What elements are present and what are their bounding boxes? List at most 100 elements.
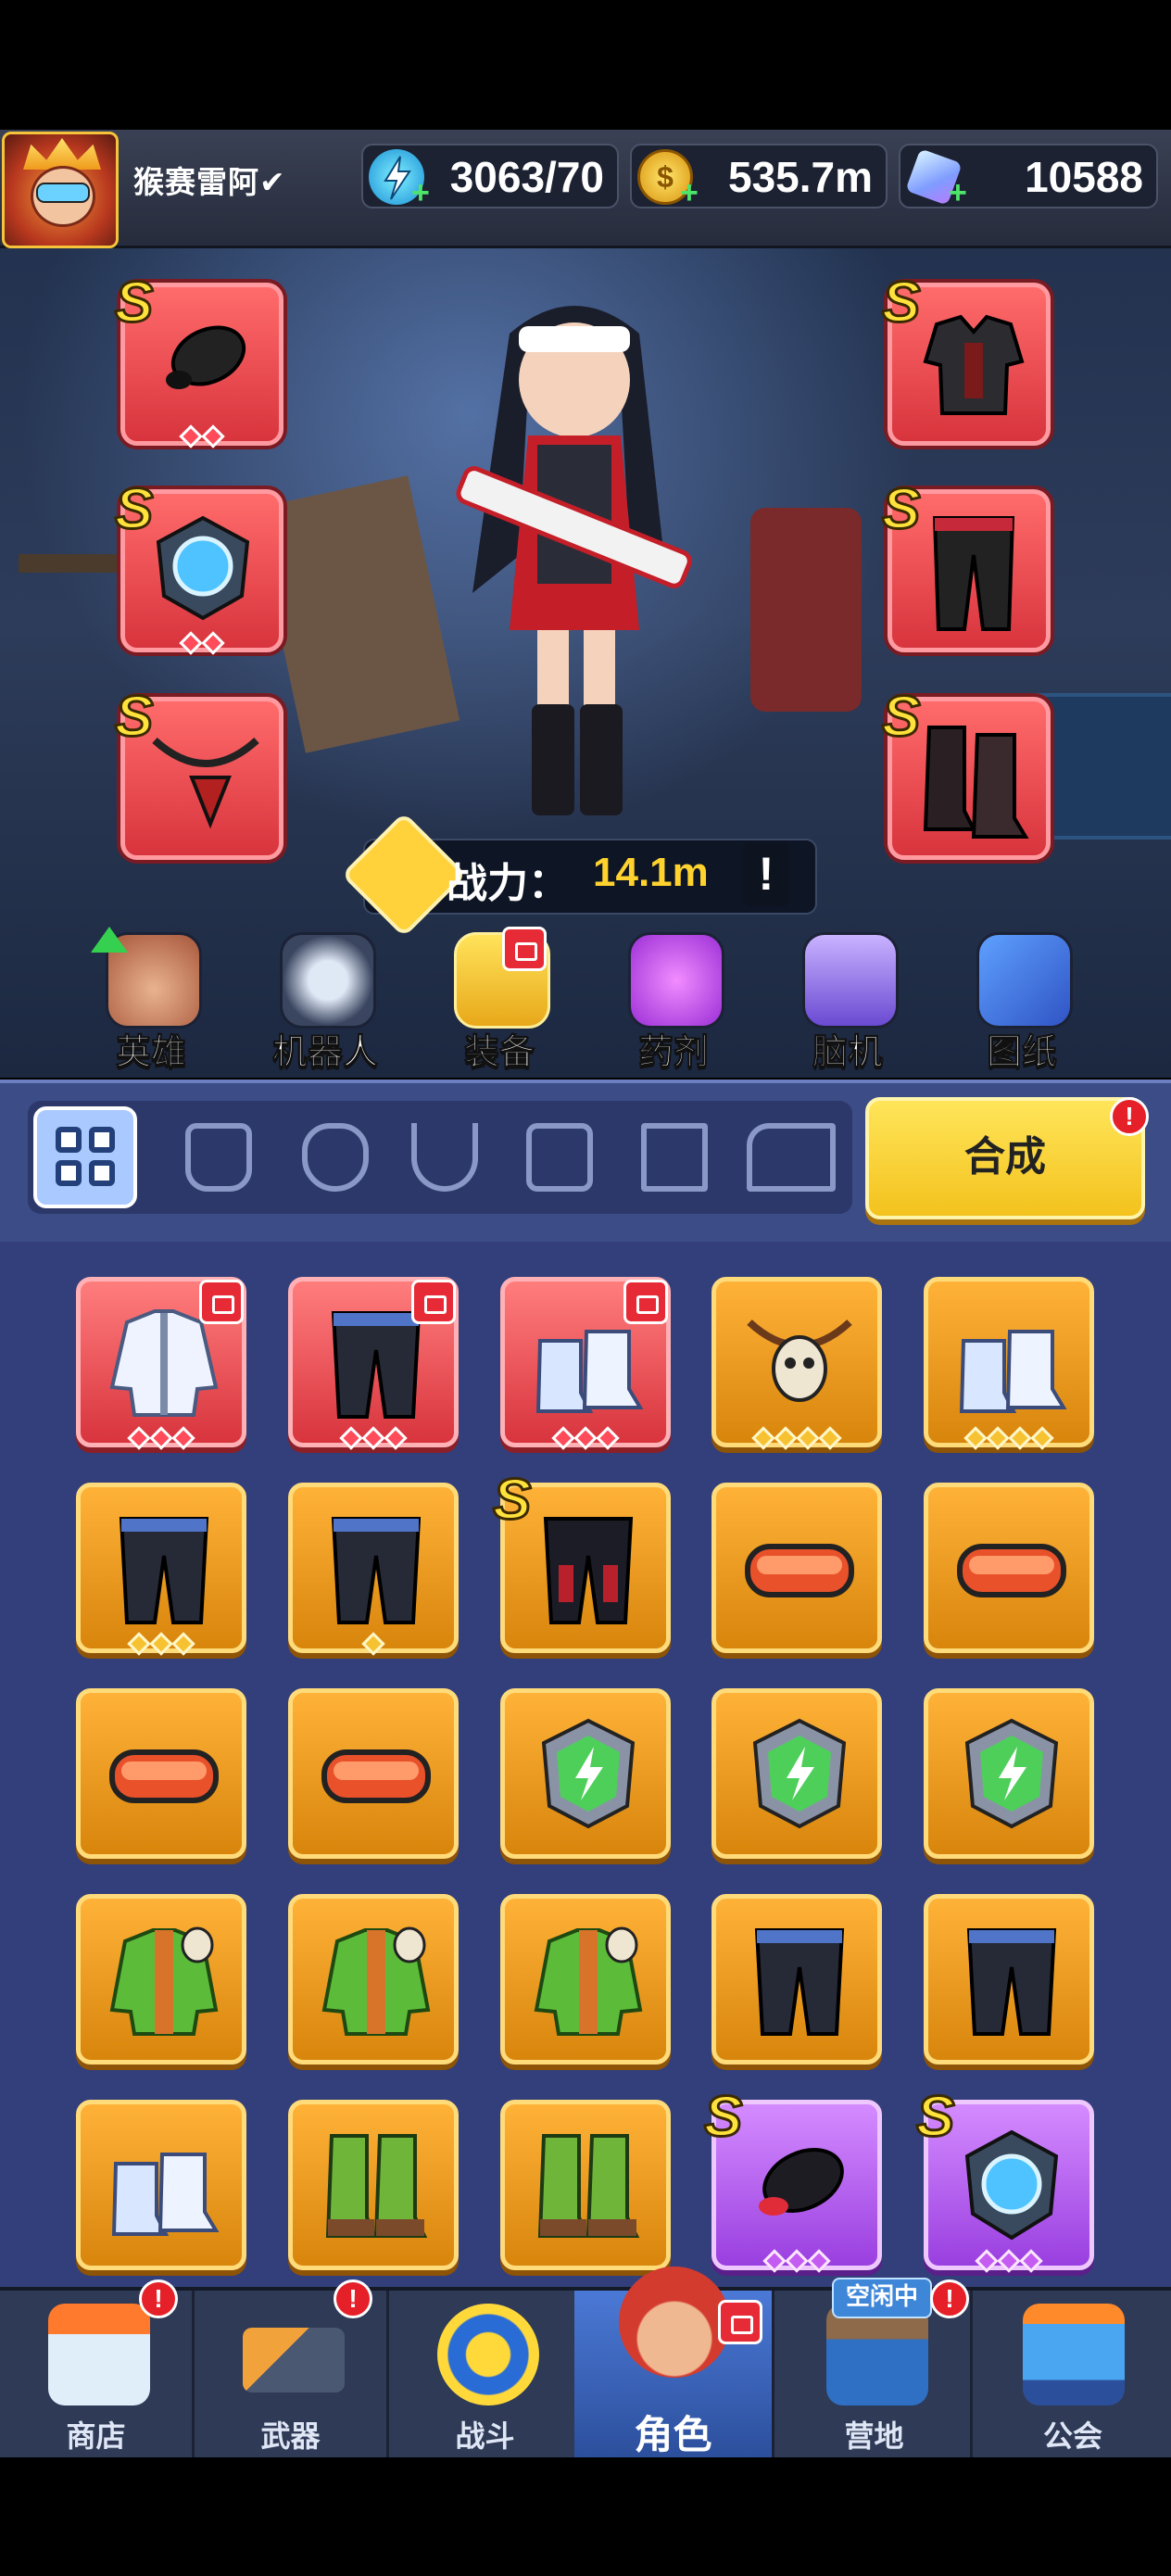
rifle-icon bbox=[243, 2328, 345, 2393]
grid-icon bbox=[56, 1127, 119, 1190]
filter-tab-boots[interactable] bbox=[737, 1106, 841, 1208]
category-hero[interactable]: 英雄 bbox=[82, 927, 220, 1075]
star-rating bbox=[505, 1426, 666, 1452]
inventory-item-goggles[interactable] bbox=[924, 1483, 1094, 1653]
inventory-item-armored-pants[interactable] bbox=[500, 1483, 671, 1653]
crown-icon bbox=[23, 138, 101, 170]
green-boots-icon bbox=[325, 2134, 428, 2238]
nav-label: 营地 bbox=[844, 2419, 904, 2453]
hero-character[interactable] bbox=[398, 278, 750, 852]
category-label: 英雄 bbox=[115, 1033, 186, 1073]
inventory-item-green-skull-jacket[interactable] bbox=[76, 1894, 246, 2065]
inventory-item-goggles[interactable] bbox=[288, 1688, 459, 1859]
lock-badge-icon bbox=[718, 2300, 762, 2344]
inventory-item-fur-boots[interactable] bbox=[76, 2100, 246, 2270]
category-label: 脑机 bbox=[812, 1033, 883, 1073]
power-label: 战力： bbox=[447, 861, 569, 906]
gems-counter[interactable]: + 10588 bbox=[899, 144, 1158, 208]
necklace-icon bbox=[411, 1123, 478, 1192]
nav-label: 武器 bbox=[260, 2419, 321, 2453]
filter-tab-all[interactable] bbox=[33, 1106, 137, 1208]
nav-character[interactable]: 角色 bbox=[574, 2267, 774, 2457]
add-energy-icon[interactable]: + bbox=[411, 177, 430, 208]
armored-pants-icon bbox=[543, 1517, 634, 1624]
energy-badge-icon bbox=[964, 1718, 1059, 1829]
nav-label: 公会 bbox=[1042, 2419, 1102, 2453]
inventory-item-energy-badge[interactable] bbox=[711, 1688, 882, 1859]
green-boots-icon bbox=[537, 2134, 640, 2238]
add-coins-icon[interactable]: + bbox=[680, 177, 699, 208]
shield-core-icon bbox=[964, 2129, 1059, 2241]
green-skull-jacket-icon bbox=[321, 1926, 431, 2036]
star-rating bbox=[716, 1426, 877, 1452]
glove-icon bbox=[185, 1123, 252, 1192]
nav-battle[interactable]: 战斗 bbox=[389, 2291, 584, 2457]
goggles-icon bbox=[321, 1749, 431, 1803]
inventory-item-skull-necklace[interactable] bbox=[711, 1277, 882, 1450]
inventory-item-black-capsule[interactable] bbox=[711, 2100, 882, 2273]
inventory-item-fur-boots[interactable] bbox=[924, 1277, 1094, 1450]
goggles-icon bbox=[745, 1544, 854, 1597]
grade-badge: S bbox=[113, 685, 154, 749]
inventory-item-black-pants[interactable] bbox=[288, 1277, 459, 1450]
filter-tab-necklace[interactable] bbox=[393, 1106, 497, 1208]
energy-counter[interactable]: + 3063/70 bbox=[361, 144, 619, 208]
camp-alert-badge: ! bbox=[930, 2279, 969, 2318]
inventory-item-shield-core[interactable] bbox=[924, 2100, 1094, 2273]
inventory-item-black-pants[interactable] bbox=[76, 1483, 246, 1656]
energy-value: 3063/70 bbox=[449, 153, 604, 201]
battle-target-icon bbox=[437, 2304, 539, 2406]
filter-tab-pants[interactable] bbox=[623, 1106, 726, 1208]
black-pants-icon bbox=[119, 1517, 209, 1624]
star-rating bbox=[928, 1426, 1089, 1452]
green-skull-jacket-icon bbox=[534, 1926, 643, 2036]
category-label: 机器人 bbox=[271, 1033, 378, 1073]
category-equipment[interactable]: 装备 bbox=[430, 927, 569, 1075]
inventory-item-energy-badge[interactable] bbox=[924, 1688, 1094, 1859]
inventory-item-goggles[interactable] bbox=[711, 1483, 882, 1653]
necklace-icon bbox=[152, 738, 259, 829]
coins-counter[interactable]: $ + 535.7m bbox=[630, 144, 888, 208]
energy-badge-icon bbox=[541, 1718, 636, 1829]
inventory-item-green-boots[interactable] bbox=[500, 2100, 671, 2270]
svg-text:$: $ bbox=[657, 160, 674, 194]
fur-boots-icon bbox=[959, 1330, 1067, 1413]
energy-badge-icon bbox=[752, 1718, 847, 1829]
inventory-item-fur-boots[interactable] bbox=[500, 1277, 671, 1450]
filter-tab-armor[interactable] bbox=[283, 1106, 387, 1208]
category-blueprint[interactable]: 图纸 bbox=[952, 927, 1091, 1075]
category-potion[interactable]: 药剂 bbox=[604, 927, 743, 1075]
inventory-item-black-pants[interactable] bbox=[288, 1483, 459, 1656]
weapon-alert-badge: ! bbox=[334, 2279, 372, 2318]
system-bottom-area bbox=[0, 2457, 1171, 2576]
star-rating bbox=[293, 1632, 454, 1658]
upgrade-arrow-icon bbox=[91, 927, 128, 953]
nav-label: 战斗 bbox=[455, 2419, 515, 2453]
black-pants-icon bbox=[966, 1928, 1057, 2036]
category-robot[interactable]: 机器人 bbox=[256, 927, 395, 1075]
inventory-item-green-skull-jacket[interactable] bbox=[500, 1894, 671, 2065]
inventory-item-green-skull-jacket[interactable] bbox=[288, 1894, 459, 2065]
inventory-item-white-fur-jacket[interactable] bbox=[76, 1277, 246, 1450]
player-avatar[interactable] bbox=[2, 132, 119, 248]
category-label: 药剂 bbox=[637, 1033, 709, 1073]
inventory-item-goggles[interactable] bbox=[76, 1688, 246, 1859]
power-info-button[interactable]: ! bbox=[743, 841, 789, 906]
potion-icon bbox=[628, 932, 724, 1029]
inventory-item-black-pants[interactable] bbox=[924, 1894, 1094, 2065]
inventory-item-black-pants[interactable] bbox=[711, 1894, 882, 2065]
pants-icon bbox=[932, 516, 1015, 631]
merge-button[interactable]: 合成 bbox=[865, 1097, 1145, 1219]
inventory-item-energy-badge[interactable] bbox=[500, 1688, 671, 1859]
star-rating bbox=[928, 2249, 1089, 2275]
filter-tab-gloves[interactable] bbox=[167, 1106, 271, 1208]
filter-tab-vest[interactable] bbox=[508, 1106, 611, 1208]
category-brain-chip[interactable]: 脑机 bbox=[778, 927, 917, 1075]
add-gems-icon[interactable]: + bbox=[949, 177, 967, 208]
black-pants-icon bbox=[754, 1928, 845, 2036]
lock-badge-icon bbox=[623, 1280, 668, 1324]
merge-alert-badge: ! bbox=[1110, 1097, 1149, 1136]
nav-guild[interactable]: 公会 bbox=[975, 2291, 1171, 2457]
inventory-item-green-boots[interactable] bbox=[288, 2100, 459, 2270]
goggles-icon bbox=[109, 1749, 219, 1803]
